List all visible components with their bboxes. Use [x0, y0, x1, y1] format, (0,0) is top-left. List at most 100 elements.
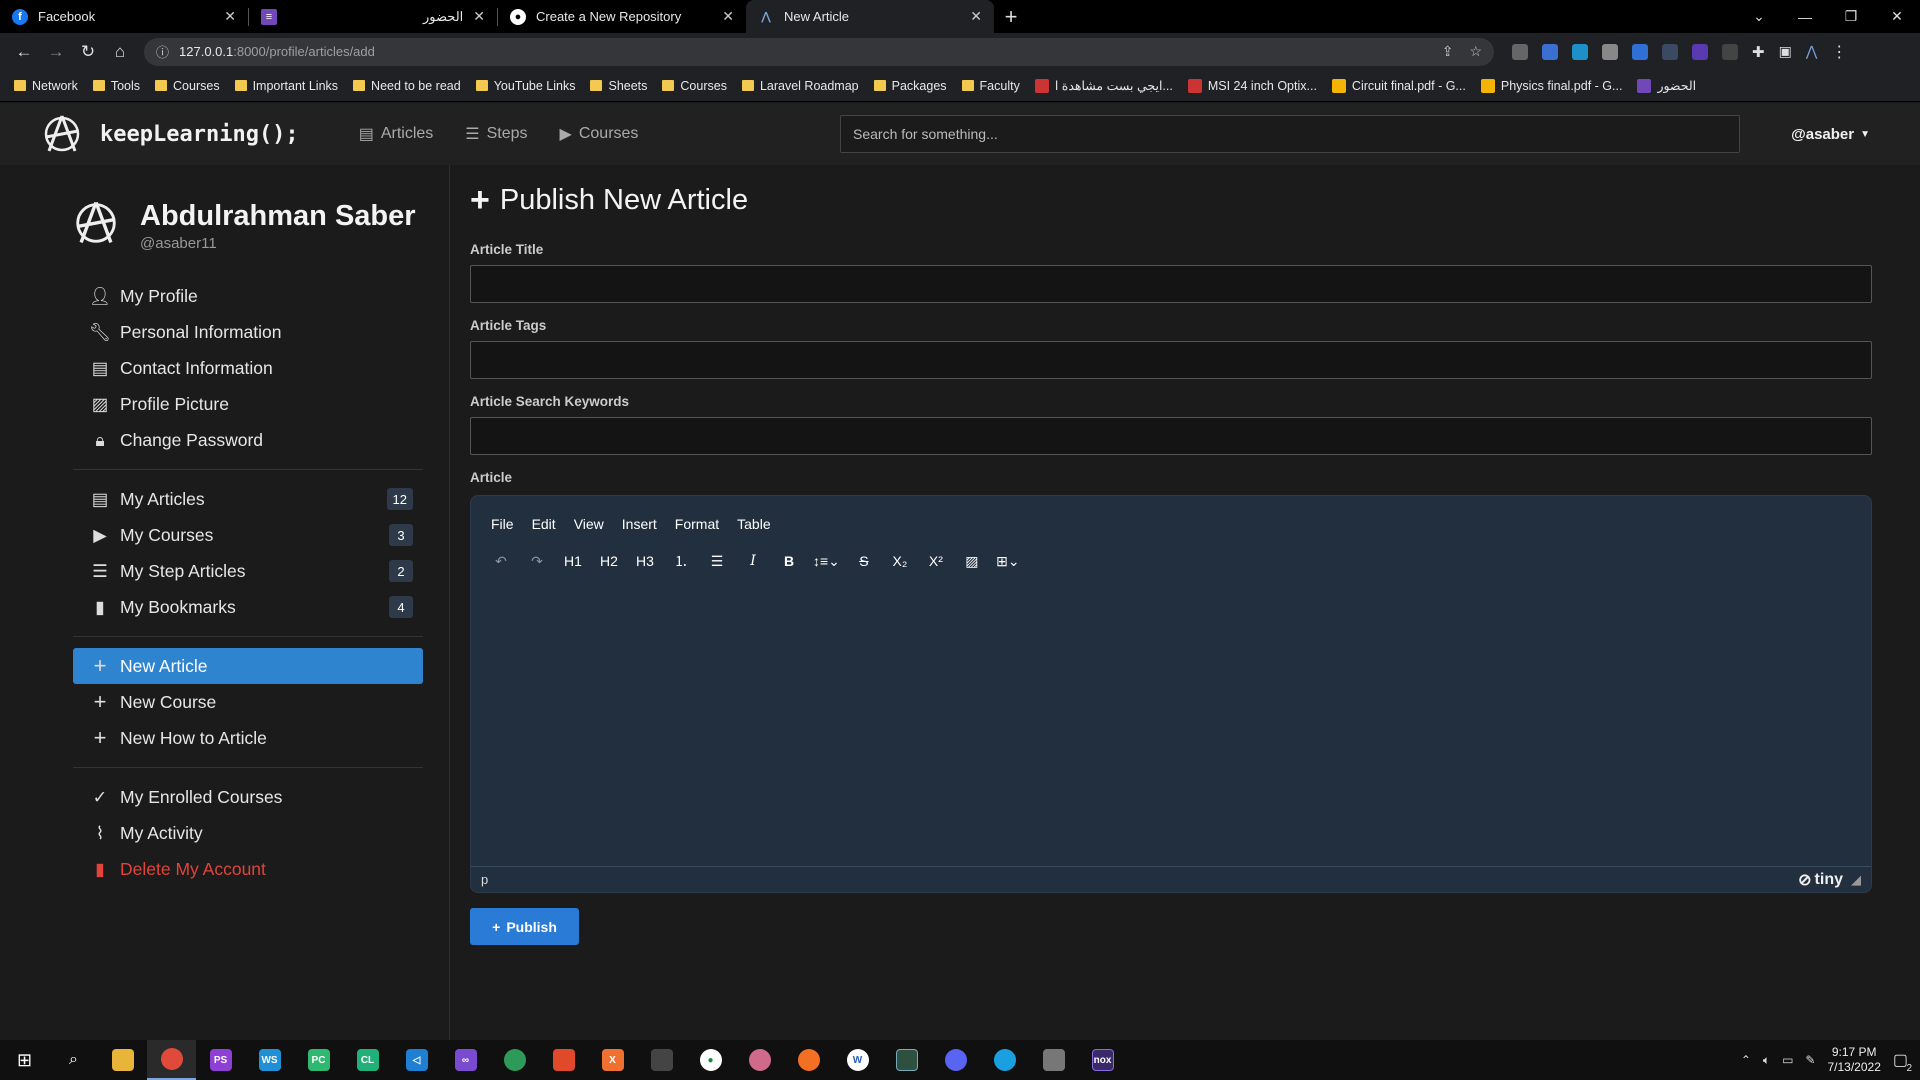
bookmark-item[interactable]: Need to be read [353, 79, 461, 93]
taskbar-app-discord[interactable] [931, 1040, 980, 1080]
home-icon[interactable]: ⌂ [104, 36, 136, 68]
close-icon[interactable]: ✕ [473, 8, 485, 25]
sidebar-item-my-step-articles[interactable]: ☰ My Step Articles 2 [73, 553, 423, 589]
bookmark-item[interactable]: YouTube Links [475, 79, 575, 93]
chevron-up-icon[interactable]: ⌃ [1741, 1053, 1751, 1067]
sidepanel-icon[interactable]: ▣ [1779, 43, 1792, 60]
bullet-list-icon[interactable]: ☰ [705, 548, 729, 574]
sidebar-item-personal-information[interactable]: 🔧︎ Personal Information [73, 314, 423, 350]
nav-articles[interactable]: ▤ Articles [359, 124, 434, 144]
bookmark-item[interactable]: Important Links [234, 79, 338, 93]
notifications-icon[interactable]: ▢ 2 [1893, 1050, 1912, 1074]
pen-icon[interactable]: ✎ [1805, 1053, 1815, 1067]
article-title-input[interactable] [470, 265, 1872, 303]
brand-name[interactable]: keepLearning(); [100, 122, 299, 147]
bookmark-item[interactable]: Packages [873, 79, 947, 93]
sidebar-item-my-bookmarks[interactable]: ▮ My Bookmarks 4 [73, 589, 423, 625]
sidebar-item-delete-my-account[interactable]: ▮ Delete My Account [73, 851, 423, 887]
taskbar-app-office[interactable] [539, 1040, 588, 1080]
sidebar-item-my-activity[interactable]: ⌇ My Activity [73, 815, 423, 851]
taskbar-app-xampp[interactable]: X [588, 1040, 637, 1080]
network-icon[interactable]: ▭ [1782, 1053, 1793, 1067]
extension-icon[interactable] [1692, 43, 1708, 60]
heading-3-button[interactable]: H3 [633, 548, 657, 574]
italic-icon[interactable]: I [741, 548, 765, 574]
element-path[interactable]: p [481, 872, 488, 887]
subscript-icon[interactable]: X₂ [888, 548, 912, 574]
bookmark-item[interactable]: Tools [92, 79, 140, 93]
browser-tab-facebook[interactable]: f Facebook ✕ [0, 0, 248, 33]
taskbar-app-vscode[interactable]: ◁ [392, 1040, 441, 1080]
sidebar-item-new-course[interactable]: + New Course [73, 684, 423, 720]
superscript-icon[interactable]: X² [924, 548, 948, 574]
resize-handle-icon[interactable]: ◢ [1851, 872, 1861, 888]
nav-courses[interactable]: ▶ Courses [560, 124, 639, 144]
bookmark-item[interactable]: Courses [155, 79, 220, 93]
editor-menu-format[interactable]: Format [675, 516, 719, 532]
redo-icon[interactable]: ↷ [525, 548, 549, 574]
image-icon[interactable]: ▨ [960, 548, 984, 574]
heading-1-button[interactable]: H1 [561, 548, 585, 574]
close-icon[interactable]: ✕ [722, 8, 734, 25]
bookmark-item[interactable]: Circuit final.pdf - G... [1331, 78, 1466, 93]
back-icon[interactable]: ← [8, 36, 40, 68]
window-close-button[interactable]: ✕ [1874, 0, 1920, 33]
close-icon[interactable]: ✕ [970, 8, 982, 25]
bookmark-item[interactable]: Physics final.pdf - G... [1480, 78, 1622, 93]
minimize-button[interactable]: — [1782, 0, 1828, 33]
volume-icon[interactable]: 🔈︎ [1763, 1053, 1770, 1068]
bold-icon[interactable]: B [777, 548, 801, 574]
bookmark-star-icon[interactable]: ☆ [1469, 43, 1482, 60]
numbered-list-icon[interactable]: ⒈ [669, 548, 693, 574]
extension-icon[interactable] [1632, 43, 1648, 60]
taskbar-app-brain[interactable] [735, 1040, 784, 1080]
tiny-logo[interactable]: ⊘ tiny [1798, 870, 1843, 890]
sidebar-item-my-articles[interactable]: ▤ My Articles 12 [73, 481, 423, 517]
sidebar-item-new-how-to-article[interactable]: + New How to Article [73, 720, 423, 756]
editor-menu-insert[interactable]: Insert [622, 516, 657, 532]
taskbar-app-clion[interactable]: CL [343, 1040, 392, 1080]
taskbar-app-sync[interactable] [980, 1040, 1029, 1080]
extension-icon[interactable] [1512, 43, 1528, 60]
sidebar-item-my-courses[interactable]: ▶ My Courses 3 [73, 517, 423, 553]
extension-icon[interactable] [1602, 43, 1618, 60]
start-button[interactable]: ⊞ [0, 1040, 49, 1080]
bookmark-item[interactable]: ايجي بست مشاهدة ا... [1034, 78, 1173, 93]
undo-icon[interactable]: ↶ [489, 548, 513, 574]
clock[interactable]: 9:17 PM 7/13/2022 [1827, 1045, 1880, 1075]
bookmark-item[interactable]: الحضور [1637, 78, 1696, 93]
sidebar-item-profile-picture[interactable]: ▨ Profile Picture [73, 386, 423, 422]
taskbar-app-desktop[interactable] [882, 1040, 931, 1080]
bookmark-item[interactable]: Network [14, 79, 78, 93]
taskbar-app-phpstorm[interactable]: PS [196, 1040, 245, 1080]
more-menu-icon[interactable]: ⋮ [1831, 42, 1847, 62]
sidebar-item-my-profile[interactable]: 👤︎ My Profile [73, 278, 423, 314]
browser-tab-attendance[interactable]: ≡ الحضور ✕ [249, 0, 497, 33]
editor-menu-view[interactable]: View [574, 516, 604, 532]
taskbar-app-tool[interactable] [1029, 1040, 1078, 1080]
restore-button[interactable]: ❐ [1828, 0, 1874, 33]
browser-tab-github[interactable]: ● Create a New Repository ✕ [498, 0, 746, 33]
publish-button[interactable]: + Publish [470, 908, 579, 945]
search-button[interactable]: ⌕ [49, 1040, 98, 1080]
taskbar-app-webstorm[interactable]: WS [245, 1040, 294, 1080]
extension-icon[interactable] [1722, 43, 1738, 60]
site-logo[interactable] [40, 112, 84, 156]
taskbar-app-nox[interactable]: nox [1078, 1040, 1127, 1080]
sidebar-item-contact-information[interactable]: ▤ Contact Information [73, 350, 423, 386]
taskbar-app-pycharm[interactable]: PC [294, 1040, 343, 1080]
info-icon[interactable]: ⓘ [156, 42, 169, 61]
bookmark-item[interactable]: Sheets [590, 79, 647, 93]
taskbar-app-chrome[interactable] [147, 1040, 196, 1080]
sidebar-item-change-password[interactable]: 🔒︎ Change Password [73, 422, 423, 458]
article-keywords-input[interactable] [470, 417, 1872, 455]
reload-icon[interactable]: ↻ [72, 36, 104, 68]
extension-icon[interactable] [1572, 43, 1588, 60]
close-icon[interactable]: ✕ [224, 8, 236, 25]
taskbar-app-soundcloud[interactable] [784, 1040, 833, 1080]
heading-2-button[interactable]: H2 [597, 548, 621, 574]
taskbar-app-word[interactable]: W [833, 1040, 882, 1080]
profile-icon[interactable]: ⋀ [1806, 43, 1817, 60]
bookmark-item[interactable]: Courses [662, 79, 727, 93]
article-tags-input[interactable] [470, 341, 1872, 379]
